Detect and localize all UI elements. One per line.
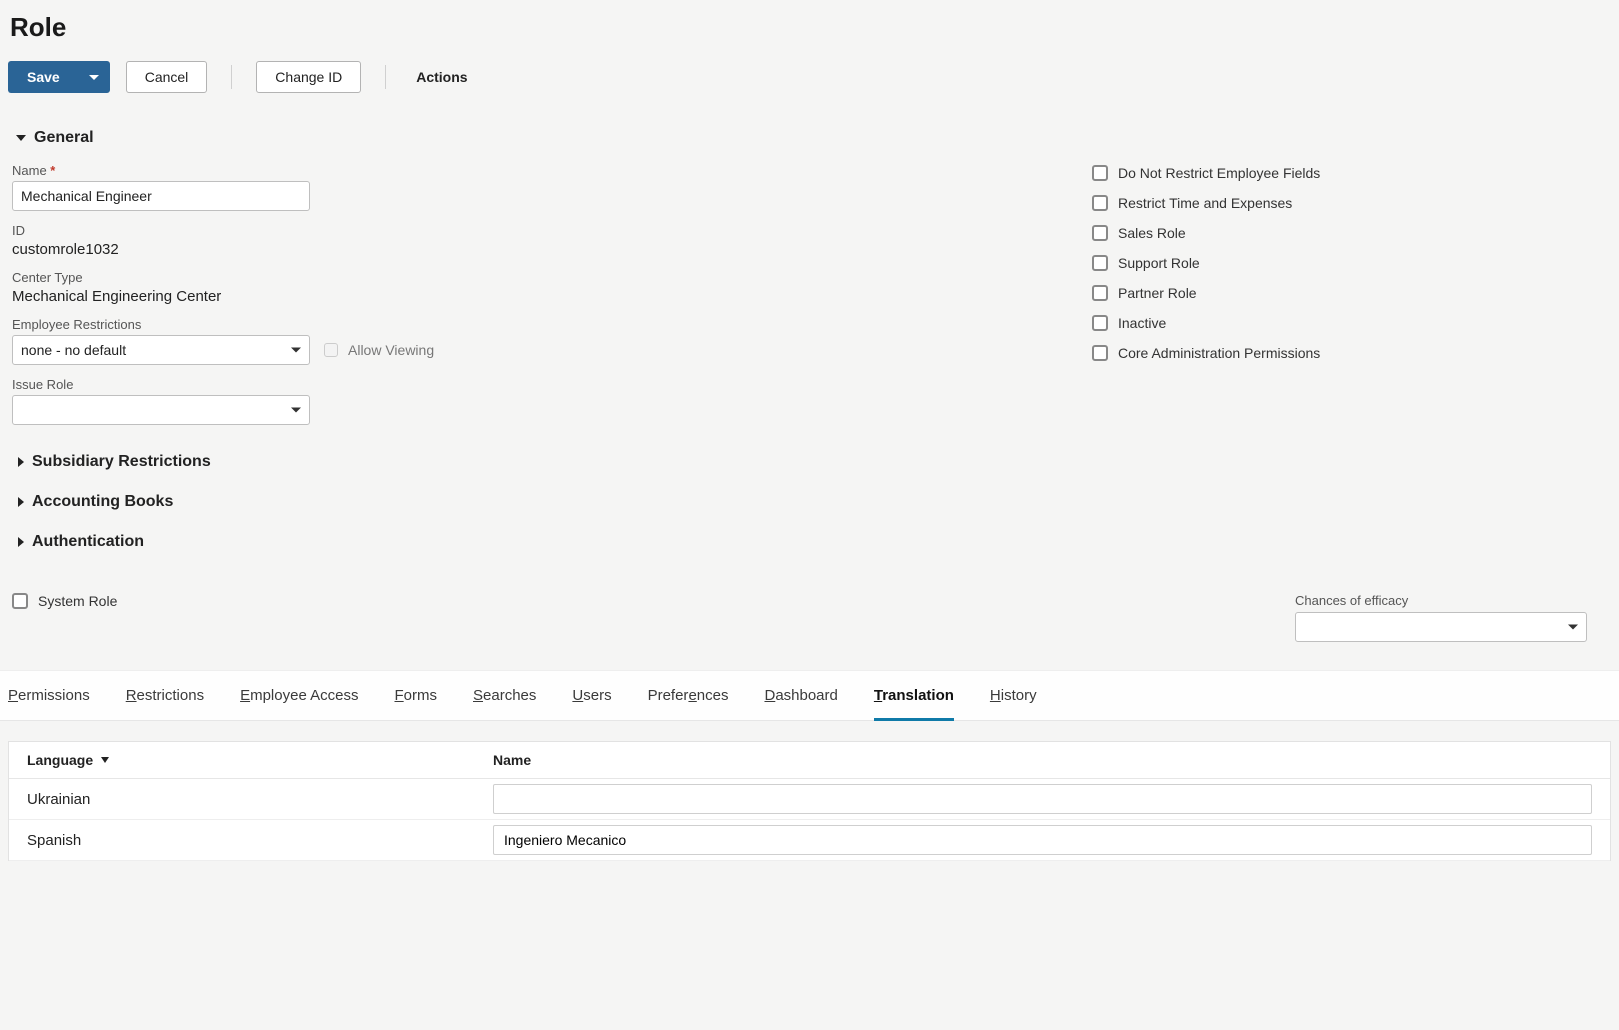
tab-translation[interactable]: Translation <box>874 671 954 720</box>
tab-history[interactable]: History <box>990 671 1037 720</box>
tabs: Permissions Restrictions Employee Access Fo… <box>8 671 1611 720</box>
language-cell: Spanish <box>27 826 493 855</box>
checkbox-label: Support Role <box>1118 255 1200 271</box>
checkbox[interactable] <box>1092 195 1108 211</box>
save-button-group: Save <box>8 61 110 93</box>
tab-permissions[interactable]: Permissions <box>8 671 90 720</box>
section-authentication-header[interactable]: Authentication <box>16 533 1052 551</box>
tab-label: Employee Access <box>240 687 358 704</box>
translation-name-input[interactable] <box>493 825 1592 855</box>
checkbox[interactable] <box>1092 225 1108 241</box>
language-cell: Ukrainian <box>27 785 493 814</box>
tab-label: Dashboard <box>764 687 837 704</box>
checkbox-label: Inactive <box>1118 315 1166 331</box>
employee-restrictions-select[interactable]: none - no default <box>12 335 310 365</box>
allow-viewing-label: Allow Viewing <box>348 342 434 358</box>
efficacy-select[interactable] <box>1295 612 1587 642</box>
issue-role-select[interactable] <box>12 395 310 425</box>
chevron-right-icon <box>18 497 24 507</box>
table-row: Spanish <box>9 820 1610 861</box>
tab-label: Restrictions <box>126 687 204 704</box>
name-input[interactable] <box>12 181 310 211</box>
table-row: Ukrainian <box>9 779 1610 820</box>
checkbox[interactable] <box>1092 255 1108 271</box>
column-name-label: Name <box>493 752 531 768</box>
tab-label: Searches <box>473 687 536 704</box>
caret-down-icon <box>291 348 301 353</box>
section-accounting-label: Accounting Books <box>32 493 173 511</box>
caret-down-icon <box>89 75 99 80</box>
checkbox-label: Sales Role <box>1118 225 1186 241</box>
tab-forms[interactable]: Forms <box>394 671 437 720</box>
section-subsidiary-label: Subsidiary Restrictions <box>32 453 211 471</box>
checkbox-row: Inactive <box>1092 315 1607 331</box>
toolbar: Save Cancel Change ID Actions <box>8 61 1611 109</box>
checkbox-label: Core Administration Permissions <box>1118 345 1320 361</box>
cancel-button[interactable]: Cancel <box>126 61 208 93</box>
divider <box>231 65 232 89</box>
name-label: Name <box>12 163 1052 178</box>
name-cell <box>493 784 1592 814</box>
checkbox-row: Restrict Time and Expenses <box>1092 195 1607 211</box>
tab-searches[interactable]: Searches <box>473 671 536 720</box>
checkbox-label: Restrict Time and Expenses <box>1118 195 1292 211</box>
checkbox-row: Sales Role <box>1092 225 1607 241</box>
checkbox[interactable] <box>1092 345 1108 361</box>
chevron-right-icon <box>18 537 24 547</box>
chevron-down-icon <box>16 135 26 141</box>
checkbox-row: Partner Role <box>1092 285 1607 301</box>
employee-restrictions-value: none - no default <box>21 342 126 358</box>
caret-down-icon <box>1568 625 1578 630</box>
tab-restrictions[interactable]: Restrictions <box>126 671 204 720</box>
efficacy-label: Chances of efficacy <box>1295 593 1587 608</box>
page-title: Role <box>10 12 1611 43</box>
system-role-label: System Role <box>38 593 117 609</box>
tab-users[interactable]: Users <box>572 671 611 720</box>
checkbox-row: Core Administration Permissions <box>1092 345 1607 361</box>
tab-label: Users <box>572 687 611 704</box>
employee-restrictions-label: Employee Restrictions <box>12 317 1052 332</box>
chevron-right-icon <box>18 457 24 467</box>
section-authentication-label: Authentication <box>32 533 144 551</box>
allow-viewing-checkbox <box>324 343 338 357</box>
checkbox-row: Support Role <box>1092 255 1607 271</box>
section-general-header[interactable]: General <box>16 129 1607 147</box>
checkbox-label: Do Not Restrict Employee Fields <box>1118 165 1320 181</box>
checkbox-label: Partner Role <box>1118 285 1197 301</box>
tab-label: Permissions <box>8 687 90 704</box>
caret-down-icon <box>291 408 301 413</box>
tab-employee-access[interactable]: Employee Access <box>240 671 358 720</box>
checkbox[interactable] <box>1092 165 1108 181</box>
change-id-button[interactable]: Change ID <box>256 61 361 93</box>
id-value: customrole1032 <box>12 241 1052 258</box>
section-accounting-header[interactable]: Accounting Books <box>16 493 1052 511</box>
id-label: ID <box>12 223 1052 238</box>
sort-down-icon <box>101 757 109 763</box>
tab-label: Forms <box>394 687 437 704</box>
system-role-checkbox[interactable] <box>12 593 28 609</box>
actions-menu[interactable]: Actions <box>410 62 473 92</box>
checkbox[interactable] <box>1092 285 1108 301</box>
column-language-header[interactable]: Language <box>27 752 493 768</box>
tab-label: Translation <box>874 687 954 704</box>
section-subsidiary-header[interactable]: Subsidiary Restrictions <box>16 453 1052 471</box>
center-type-label: Center Type <box>12 270 1052 285</box>
checkbox[interactable] <box>1092 315 1108 331</box>
section-general-label: General <box>34 129 94 147</box>
tab-label: Preferences <box>648 687 729 704</box>
save-dropdown-button[interactable] <box>78 61 110 93</box>
column-language-label: Language <box>27 752 93 768</box>
issue-role-label: Issue Role <box>12 377 1052 392</box>
column-name-header[interactable]: Name <box>493 752 1592 768</box>
translation-name-input[interactable] <box>493 784 1592 814</box>
checkbox-row: Do Not Restrict Employee Fields <box>1092 165 1607 181</box>
divider <box>385 65 386 89</box>
translation-table: Language Name Ukrainian Spanish <box>8 741 1611 861</box>
center-type-value: Mechanical Engineering Center <box>12 288 1052 305</box>
tab-label: History <box>990 687 1037 704</box>
name-cell <box>493 825 1592 855</box>
save-button[interactable]: Save <box>8 61 78 93</box>
tab-dashboard[interactable]: Dashboard <box>764 671 837 720</box>
tab-preferences[interactable]: Preferences <box>648 671 729 720</box>
